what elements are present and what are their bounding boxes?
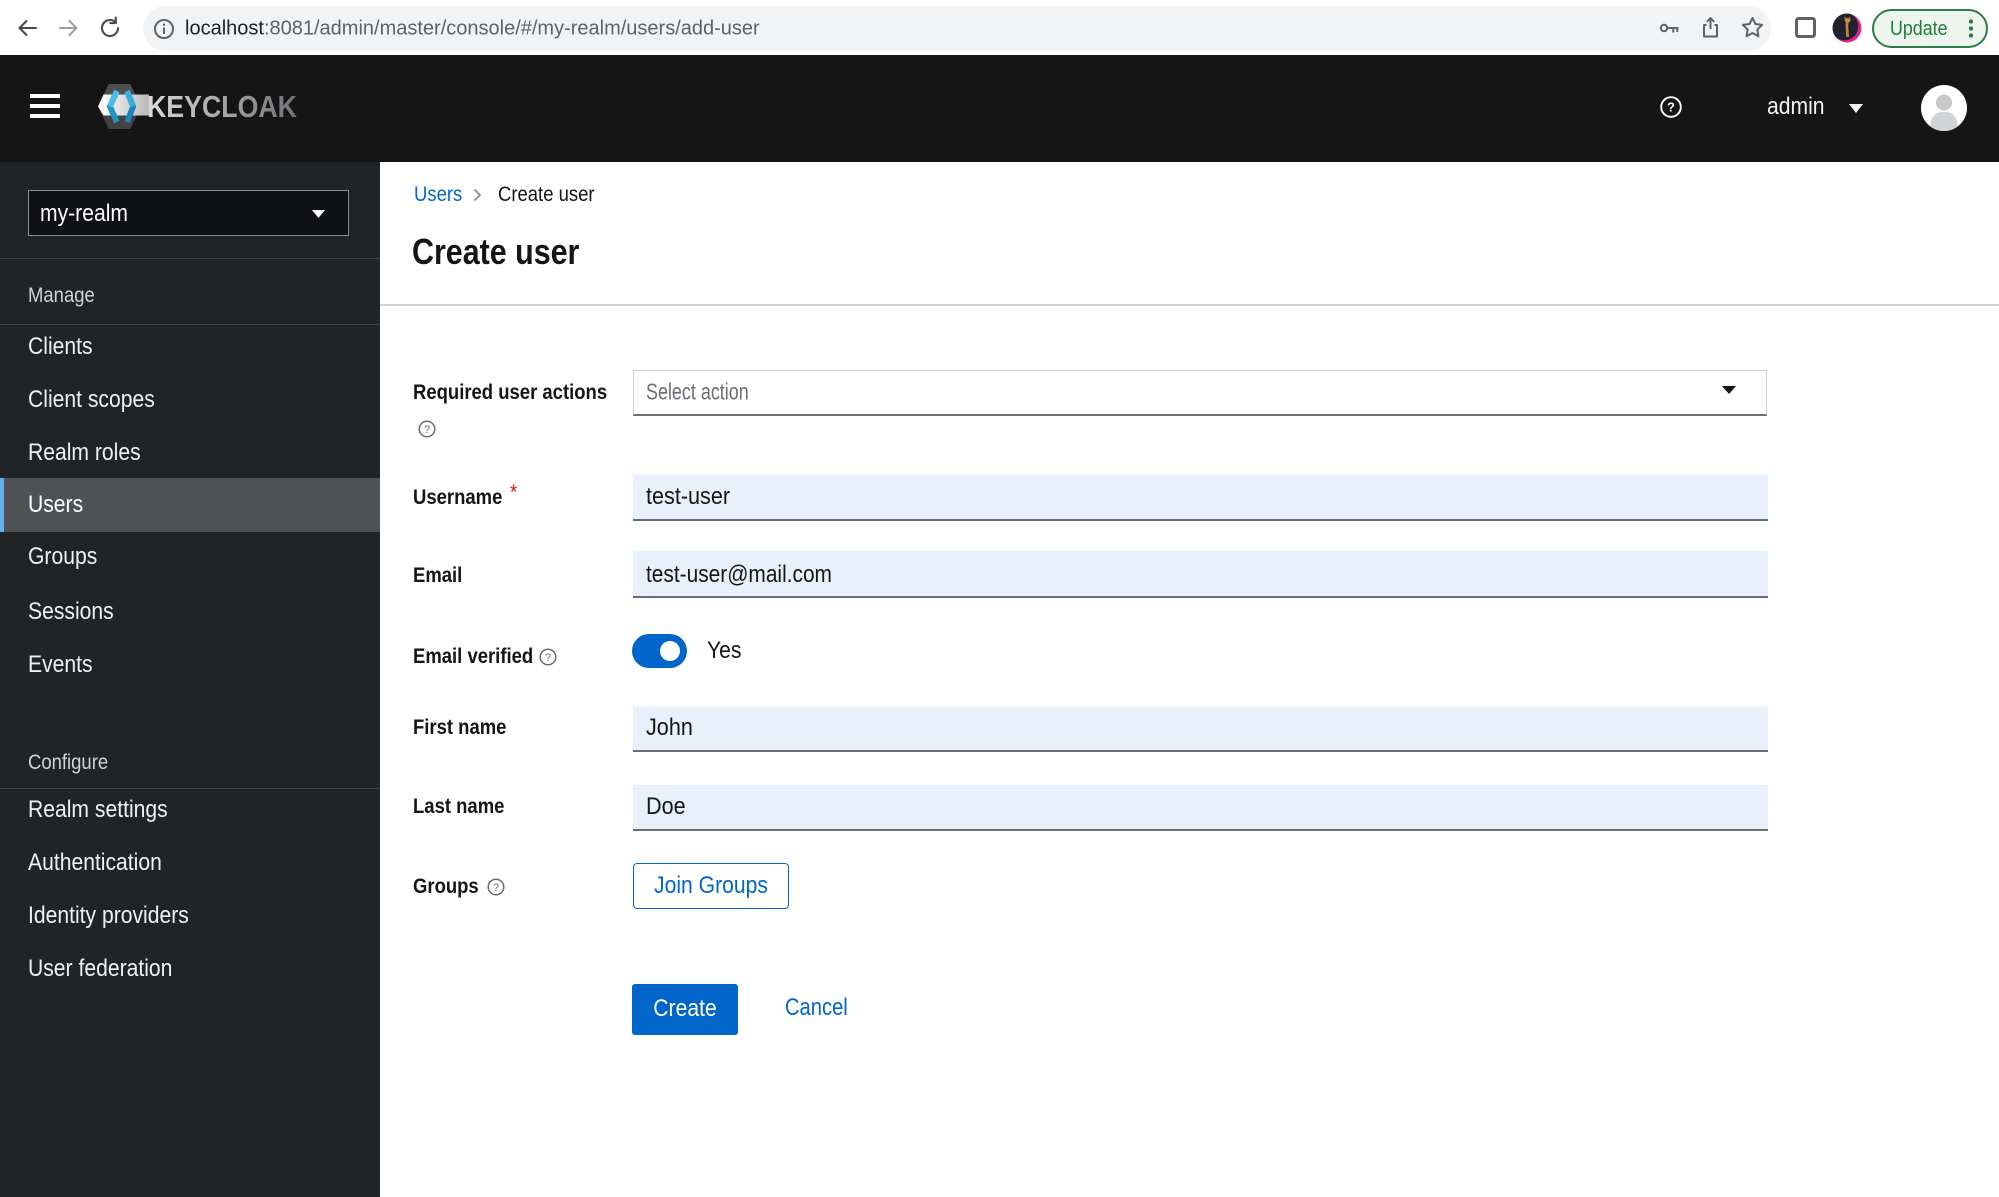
svg-text:?: ? [1667,99,1675,114]
svg-text:?: ? [545,652,551,664]
svg-text:?: ? [424,424,430,436]
svg-text:KEYCLOAK: KEYCLOAK [147,90,297,124]
svg-text:?: ? [493,882,499,894]
